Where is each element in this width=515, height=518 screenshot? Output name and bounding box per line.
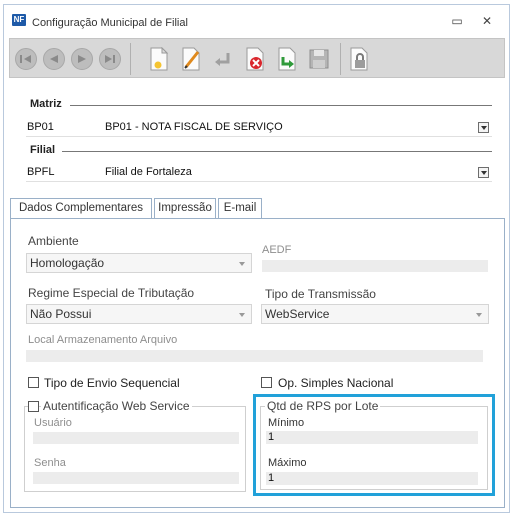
first-record-icon <box>20 55 31 63</box>
tipo-transmissao-select[interactable]: WebService <box>261 304 489 324</box>
ambiente-value: Homologação <box>30 256 105 270</box>
new-document-icon <box>150 47 169 71</box>
ambiente-select[interactable]: Homologação <box>26 253 252 273</box>
matriz-label: Matriz <box>30 98 62 110</box>
regime-select[interactable]: Não Possui <box>26 304 252 324</box>
autenticacao-label: Autentificação Web Service <box>41 399 192 413</box>
op-simples-label: Op. Simples Nacional <box>278 376 394 390</box>
chevron-down-icon <box>239 262 245 266</box>
last-record-icon <box>105 55 115 63</box>
aedf-field[interactable] <box>262 260 488 272</box>
matriz-dropdown-button[interactable] <box>478 122 489 133</box>
chevron-down-icon <box>476 313 482 317</box>
next-record-icon <box>78 55 86 63</box>
filial-description: Filial de Fortaleza <box>105 166 192 178</box>
toolbar <box>9 38 505 78</box>
next-record-button[interactable] <box>71 48 93 70</box>
regime-label: Regime Especial de Tributação <box>28 286 195 300</box>
local-arquivo-label: Local Armazenamento Arquivo <box>28 334 178 346</box>
local-arquivo-field[interactable] <box>26 350 483 362</box>
tab-impressao[interactable]: Impressão <box>154 198 216 218</box>
autenticacao-checkbox[interactable] <box>28 401 39 412</box>
senha-label: Senha <box>34 457 66 469</box>
tipo-envio-sequencial-checkbox[interactable] <box>28 377 39 388</box>
lock-button[interactable] <box>346 45 374 73</box>
filial-divider <box>62 151 492 152</box>
minimo-input[interactable]: 1 <box>266 431 478 444</box>
title-bar: NF Configuração Municipal de Filial ▭ ✕ <box>4 5 509 32</box>
regime-value: Não Possui <box>30 307 92 321</box>
first-record-button[interactable] <box>15 48 37 70</box>
undo-icon <box>215 53 230 66</box>
filial-code: BPFL <box>27 166 55 178</box>
edit-pencil-icon <box>182 47 200 71</box>
filial-dropdown-button[interactable] <box>478 167 489 178</box>
toolbar-separator <box>130 43 131 75</box>
ambiente-label: Ambiente <box>28 234 79 248</box>
senha-field[interactable] <box>33 472 239 484</box>
maximo-input[interactable]: 1 <box>266 472 478 485</box>
matriz-underline <box>26 136 492 137</box>
tipo-transmissao-label: Tipo de Transmissão <box>265 287 376 301</box>
filial-label: Filial <box>30 144 56 156</box>
last-record-button[interactable] <box>99 48 121 70</box>
matriz-description: BP01 - NOTA FISCAL DE SERVIÇO <box>105 121 283 133</box>
qtd-rps-label: Qtd de RPS por Lote <box>265 399 381 413</box>
edit-button[interactable] <box>178 45 206 73</box>
lock-icon <box>350 47 368 71</box>
tab-email[interactable]: E-mail <box>218 198 262 218</box>
matriz-code: BP01 <box>27 121 54 133</box>
filial-underline <box>26 181 492 182</box>
tipo-envio-sequencial-label: Tipo de Envio Sequencial <box>44 376 180 390</box>
usuario-field[interactable] <box>33 432 239 444</box>
new-button[interactable] <box>146 45 174 73</box>
delete-button[interactable] <box>242 45 270 73</box>
confirm-arrow-icon <box>278 47 296 71</box>
usuario-label: Usuário <box>34 417 72 429</box>
aedf-label: AEDF <box>262 244 292 256</box>
previous-record-button[interactable] <box>43 48 65 70</box>
maximo-label: Máximo <box>268 457 307 469</box>
op-simples-checkbox[interactable] <box>261 377 272 388</box>
confirm-button[interactable] <box>274 45 302 73</box>
save-disk-icon <box>309 49 329 69</box>
undo-button[interactable] <box>210 45 238 73</box>
chevron-down-icon <box>239 313 245 317</box>
window-title: Configuração Municipal de Filial <box>32 17 188 29</box>
minimize-button[interactable]: ▭ <box>448 15 466 28</box>
minimo-label: Mínimo <box>268 417 305 429</box>
save-button[interactable] <box>306 45 334 73</box>
toolbar-separator <box>340 43 341 75</box>
previous-record-icon <box>50 55 58 63</box>
app-logo-icon: NF <box>12 14 26 26</box>
close-button[interactable]: ✕ <box>478 14 496 28</box>
tipo-transmissao-value: WebService <box>265 307 330 321</box>
tab-dados-complementares[interactable]: Dados Complementares <box>10 198 152 218</box>
delete-document-icon <box>246 47 264 71</box>
matriz-divider <box>70 105 492 106</box>
